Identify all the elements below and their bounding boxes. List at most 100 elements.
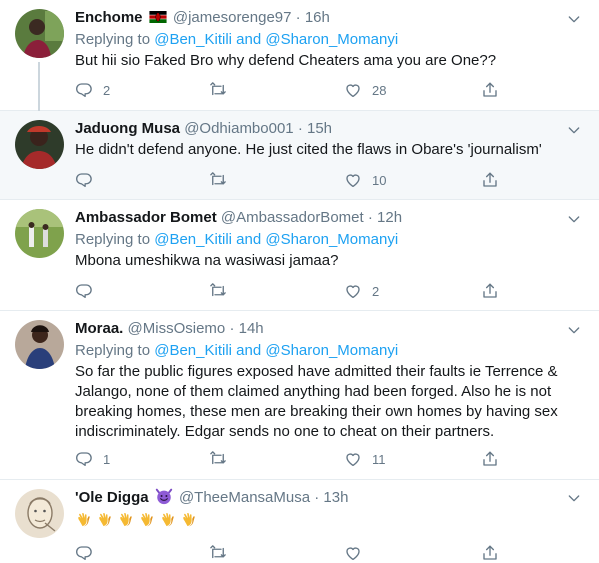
chevron-down-icon[interactable] <box>566 11 582 27</box>
tweet-text <box>75 510 575 529</box>
tweet-text-line: Jalango, none of them claimed anything h… <box>75 383 552 400</box>
tweet[interactable]: Ambassador Bomet @AmbassadorBomet · 12h … <box>0 200 599 311</box>
mention-link[interactable]: @Sharon_Momanyi <box>265 231 398 248</box>
retweet-button[interactable] <box>209 449 227 469</box>
share-button[interactable] <box>481 80 499 100</box>
tweet[interactable]: Jaduong Musa @Odhiambo001 · 15h He didn'… <box>0 111 599 200</box>
timestamp[interactable]: 13h <box>323 489 348 506</box>
reply-icon <box>75 81 93 99</box>
separator-dot: · <box>314 489 320 506</box>
separator-dot: · <box>367 209 373 226</box>
retweet-button[interactable] <box>209 543 227 563</box>
mention-link[interactable]: @Ben_Kitili <box>154 342 232 359</box>
timestamp[interactable]: 16h <box>305 9 330 26</box>
retweet-icon <box>209 81 227 99</box>
user-handle[interactable]: @MissOsiemo <box>128 320 226 337</box>
share-icon <box>481 450 499 468</box>
share-button[interactable] <box>481 281 499 301</box>
like-count: 10 <box>372 172 387 188</box>
user-handle[interactable]: @Odhiambo001 <box>184 120 293 137</box>
reply-icon <box>75 450 93 468</box>
clapping-hands-icon <box>138 510 157 529</box>
retweet-button[interactable] <box>209 281 227 301</box>
reply-button[interactable] <box>75 170 93 190</box>
reply-count: 1 <box>103 451 111 467</box>
share-icon <box>481 544 499 562</box>
reply-icon <box>75 282 93 300</box>
like-button[interactable]: 10 <box>344 170 386 190</box>
display-name[interactable]: Moraa. <box>75 320 123 337</box>
avatar[interactable] <box>15 9 64 58</box>
tweet-text: He didn't defend anyone. He just cited t… <box>75 141 542 158</box>
share-button[interactable] <box>481 170 499 190</box>
tweet-text-line: breaking homes, these men are breaking t… <box>75 403 558 420</box>
chevron-down-icon[interactable] <box>566 490 582 506</box>
separator-dot: · <box>229 320 235 337</box>
mention-and: and <box>236 342 262 359</box>
replying-to-label: Replying to <box>75 342 151 359</box>
reply-button[interactable] <box>75 281 93 301</box>
heart-icon <box>344 544 362 562</box>
retweet-button[interactable] <box>209 80 227 100</box>
display-name[interactable]: Ambassador Bomet <box>75 209 217 226</box>
tweet-text: So far the public figures exposed have a… <box>75 362 585 442</box>
like-count: 28 <box>372 82 387 98</box>
user-handle[interactable]: @TheeMansaMusa <box>179 489 310 506</box>
timestamp[interactable]: 14h <box>239 320 264 337</box>
like-button[interactable]: 28 <box>344 80 386 100</box>
avatar[interactable] <box>15 489 64 538</box>
chevron-down-icon[interactable] <box>566 322 582 338</box>
retweet-icon <box>209 544 227 562</box>
heart-icon <box>344 450 362 468</box>
like-button[interactable] <box>344 543 362 563</box>
clapping-hands-icon <box>96 510 115 529</box>
tweet-text: Mbona umeshikwa na wasiwasi jamaa? <box>75 252 339 269</box>
share-button[interactable] <box>481 449 499 469</box>
mention-link[interactable]: @Ben_Kitili <box>154 231 232 248</box>
heart-icon <box>344 81 362 99</box>
timestamp[interactable]: 12h <box>377 209 402 226</box>
like-button[interactable]: 2 <box>344 281 379 301</box>
mention-and: and <box>236 31 262 48</box>
retweet-icon <box>209 171 227 189</box>
heart-icon <box>344 282 362 300</box>
tweet-text: But hii sio Faked Bro why defend Cheater… <box>75 52 497 69</box>
smiling-devil-icon <box>155 488 172 505</box>
like-button[interactable]: 11 <box>344 449 386 469</box>
avatar[interactable] <box>15 120 64 169</box>
mention-link[interactable]: @Sharon_Momanyi <box>265 342 398 359</box>
share-icon <box>481 81 499 99</box>
reply-icon <box>75 171 93 189</box>
tweet[interactable]: Moraa. @MissOsiemo · 14h Replying to @Be… <box>0 311 599 480</box>
mention-link[interactable]: @Sharon_Momanyi <box>265 31 398 48</box>
display-name[interactable]: 'Ole Digga <box>75 489 149 506</box>
display-name[interactable]: Enchome <box>75 9 143 26</box>
share-icon <box>481 282 499 300</box>
retweet-button[interactable] <box>209 170 227 190</box>
tweet[interactable]: Enchome @jamesorenge97 · 16h Replying to… <box>0 0 599 111</box>
timestamp[interactable]: 15h <box>307 120 332 137</box>
retweet-icon <box>209 450 227 468</box>
chevron-down-icon[interactable] <box>566 122 582 138</box>
user-handle[interactable]: @AmbassadorBomet <box>221 209 364 226</box>
clapping-hands-icon <box>180 510 199 529</box>
replying-to-label: Replying to <box>75 231 151 248</box>
like-count: 2 <box>372 283 380 299</box>
clapping-hands-icon <box>117 510 136 529</box>
separator-dot: · <box>295 9 301 26</box>
chevron-down-icon[interactable] <box>566 211 582 227</box>
tweet[interactable]: 'Ole Digga @TheeMansaMusa · 13h <box>0 480 599 555</box>
reply-count: 2 <box>103 82 111 98</box>
share-button[interactable] <box>481 543 499 563</box>
reply-button[interactable]: 1 <box>75 449 110 469</box>
tweet-text-line: So far the public figures exposed have a… <box>75 363 558 380</box>
reply-button[interactable] <box>75 543 93 563</box>
display-name[interactable]: Jaduong Musa <box>75 120 180 137</box>
user-handle[interactable]: @jamesorenge97 <box>173 9 292 26</box>
reply-button[interactable]: 2 <box>75 80 110 100</box>
like-count: 11 <box>372 451 386 467</box>
mention-and: and <box>236 231 262 248</box>
mention-link[interactable]: @Ben_Kitili <box>154 31 232 48</box>
avatar[interactable] <box>15 320 64 369</box>
avatar[interactable] <box>15 209 64 258</box>
